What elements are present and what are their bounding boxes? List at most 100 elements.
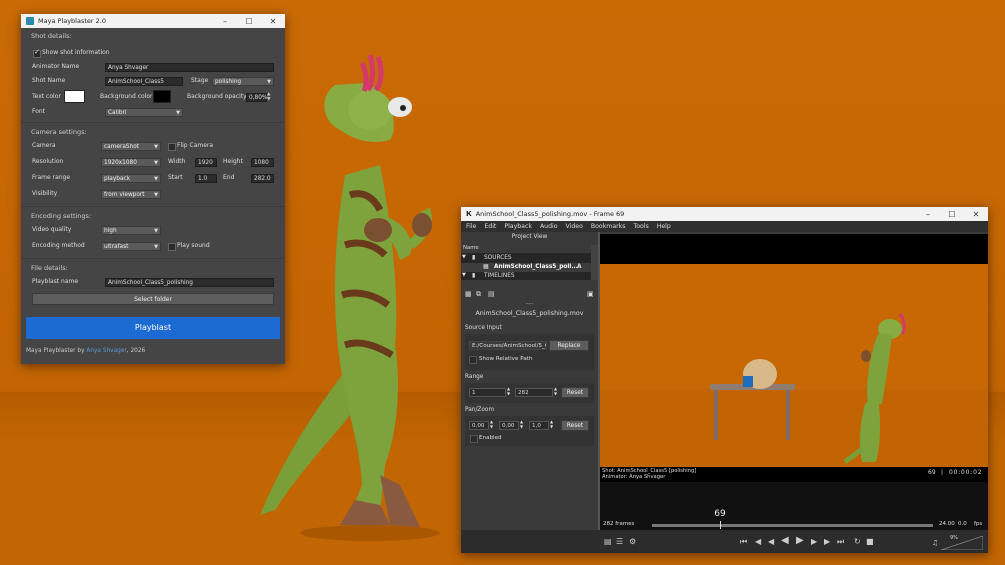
panzoom-reset-button[interactable]: Reset — [561, 420, 589, 431]
animator-name-input[interactable]: Anya Shvager — [105, 63, 274, 72]
fps-value: 24.00 — [939, 521, 955, 527]
hud-separator: | — [941, 469, 944, 476]
timeline-track[interactable]: 69 — [652, 509, 933, 529]
panzoom-label: Pan/Zoom — [465, 407, 495, 413]
column-name-header[interactable]: Name — [463, 245, 479, 251]
start-input[interactable]: 1.0 — [195, 174, 217, 183]
maximize-button[interactable]: ☐ — [237, 14, 261, 28]
settings-icon[interactable]: ⚙ — [629, 537, 636, 546]
background-color-swatch[interactable] — [153, 90, 171, 103]
project-tree: Name ▼ ▮ SOURCES ▦ AnimSchool_Class5_pol… — [461, 245, 598, 280]
playback-controls-bar: ▤ ☰ ⚙ ⏮ ◀​ ◀ ◀ ▶ ▶ ▶ ⏭ ↻ ■ ♫ 9% — [461, 530, 988, 553]
show-shot-info-checkbox[interactable]: ✓ — [33, 48, 41, 58]
close-button[interactable]: ✕ — [261, 14, 285, 28]
stage-dropdown[interactable]: polishing ▼ — [212, 77, 274, 86]
height-input[interactable]: 1080 — [251, 158, 274, 167]
background-opacity-input[interactable]: 0,80% — [246, 93, 267, 102]
close-button[interactable]: ✕ — [964, 207, 988, 221]
menu-help[interactable]: Help — [657, 223, 671, 230]
menu-video[interactable]: Video — [566, 223, 583, 230]
expand-arrow-icon[interactable]: ▼ — [462, 272, 466, 278]
copy-icon[interactable]: ⧉ — [476, 290, 481, 299]
play-icon[interactable]: ▶ — [796, 535, 804, 546]
range-start-input[interactable]: 1 — [469, 388, 506, 397]
show-shot-info-label: Show shot information — [42, 49, 110, 56]
camera-value: cameraShot — [104, 144, 140, 150]
enabled-checkbox[interactable] — [470, 435, 478, 443]
menu-playback[interactable]: Playback — [504, 223, 532, 230]
tree-row-source-item[interactable]: ▦ AnimSchool_Class5_poli... A — [461, 263, 591, 272]
previous-frame-icon[interactable]: ◀ — [768, 537, 774, 546]
menu-tools[interactable]: Tools — [633, 223, 648, 230]
frame-range-value: playback — [104, 176, 131, 182]
end-input[interactable]: 282.0 — [251, 174, 274, 183]
encoding-method-dropdown[interactable]: ultrafast ▼ — [101, 242, 161, 251]
shot-details-heading: Shot details: — [31, 32, 72, 40]
rv-titlebar[interactable]: К AnimSchool_Class5_polishing.mov - Fram… — [461, 207, 988, 221]
splitter-handle[interactable]: ..... — [461, 300, 598, 306]
range-end-input[interactable]: 282 — [515, 388, 553, 397]
go-to-end-icon[interactable]: ⏭ — [837, 537, 844, 547]
spin-arrows-icon[interactable]: ▲ ▼ — [520, 419, 523, 429]
minimize-button[interactable]: – — [916, 207, 940, 221]
playblast-name-input[interactable]: AnimSchool_Class5_polishing — [105, 278, 274, 287]
tree-row-timelines[interactable]: ▼ ▮ TIMELINES — [461, 272, 591, 280]
view-list-icon[interactable]: ▤ — [604, 537, 612, 546]
play-sound-checkbox[interactable] — [168, 243, 176, 251]
spin-arrows-icon[interactable]: ▲ ▼ — [550, 419, 553, 429]
new-folder-icon[interactable]: ▦ — [465, 290, 472, 298]
loop-icon[interactable]: ↻ — [854, 537, 861, 546]
chevron-down-icon: ▼ — [154, 160, 158, 166]
tree-scrollbar[interactable] — [591, 245, 598, 280]
resolution-dropdown[interactable]: 1920x1080 ▼ — [101, 158, 161, 167]
volume-slider[interactable] — [941, 536, 983, 550]
select-folder-button[interactable]: Select folder — [32, 293, 274, 305]
volume-icon[interactable]: ♫ — [932, 539, 938, 547]
tree-timelines-label: TIMELINES — [484, 273, 515, 279]
video-quality-dropdown[interactable]: high ▼ — [101, 226, 161, 235]
spin-arrows-icon[interactable]: ▲ ▼ — [554, 386, 557, 396]
replace-button[interactable]: Replace — [549, 340, 589, 351]
width-input[interactable]: 1920 — [195, 158, 217, 167]
zoom-input[interactable]: 1,0 — [529, 421, 549, 430]
expand-arrow-icon[interactable]: ▼ — [462, 254, 466, 260]
menu-file[interactable]: File — [466, 223, 476, 230]
minimize-button[interactable]: – — [213, 14, 237, 28]
spin-arrows-icon[interactable]: ▲ ▼ — [507, 386, 510, 396]
next-frame-icon[interactable]: ▶ — [811, 537, 817, 546]
pan-x-input[interactable]: 0,00 — [469, 421, 489, 430]
maximize-button[interactable]: ☐ — [940, 207, 964, 221]
pan-y-input[interactable]: 0,00 — [499, 421, 519, 430]
playblast-button[interactable]: Playblast — [26, 317, 280, 339]
camera-dropdown[interactable]: cameraShot ▼ — [101, 142, 161, 151]
show-relative-path-checkbox[interactable] — [469, 356, 477, 364]
text-color-swatch[interactable] — [64, 90, 85, 103]
trash-icon[interactable]: ▣ — [587, 290, 594, 298]
menu-audio[interactable]: Audio — [540, 223, 558, 230]
author-link[interactable]: Anya Shvager — [86, 348, 126, 354]
chevron-down-icon: ▼ — [154, 176, 158, 182]
view-details-icon[interactable]: ☰ — [616, 537, 623, 546]
visibility-dropdown[interactable]: from viewport ▼ — [101, 190, 161, 199]
range-reset-button[interactable]: Reset — [561, 387, 589, 398]
frame-range-dropdown[interactable]: playback ▼ — [101, 174, 161, 183]
go-to-start-icon[interactable]: ⏮ — [740, 537, 747, 547]
video-viewport[interactable] — [600, 264, 988, 467]
stop-icon[interactable]: ■ — [866, 537, 874, 546]
spin-arrows-icon[interactable]: ▲ ▼ — [490, 419, 493, 429]
step-forward-icon[interactable]: ▶ — [824, 537, 830, 546]
opacity-spin-arrows-icon[interactable]: ▲ ▼ — [267, 92, 270, 102]
menu-edit[interactable]: Edit — [484, 223, 496, 230]
menu-bookmarks[interactable]: Bookmarks — [591, 223, 626, 230]
play-backward-icon[interactable]: ◀ — [781, 535, 789, 546]
step-back-icon[interactable]: ◀​ — [755, 537, 761, 546]
font-dropdown[interactable]: Calibri ▼ — [105, 108, 183, 117]
shot-name-input[interactable]: AnimSchool_Class5 — [105, 77, 183, 86]
playhead-marker[interactable] — [720, 521, 721, 529]
save-icon[interactable]: ▤ — [488, 290, 495, 298]
playblaster-titlebar[interactable]: Maya Playblaster 2.0 – ☐ ✕ — [21, 14, 285, 28]
tree-row-sources[interactable]: ▼ ▮ SOURCES — [461, 254, 591, 263]
range-group: 1 ▲ ▼ 282 ▲ ▼ Reset — [465, 383, 594, 403]
source-path-input[interactable]: E:/Courses/AnimSchool/5_C — [469, 341, 547, 350]
flip-camera-checkbox[interactable] — [168, 143, 176, 151]
